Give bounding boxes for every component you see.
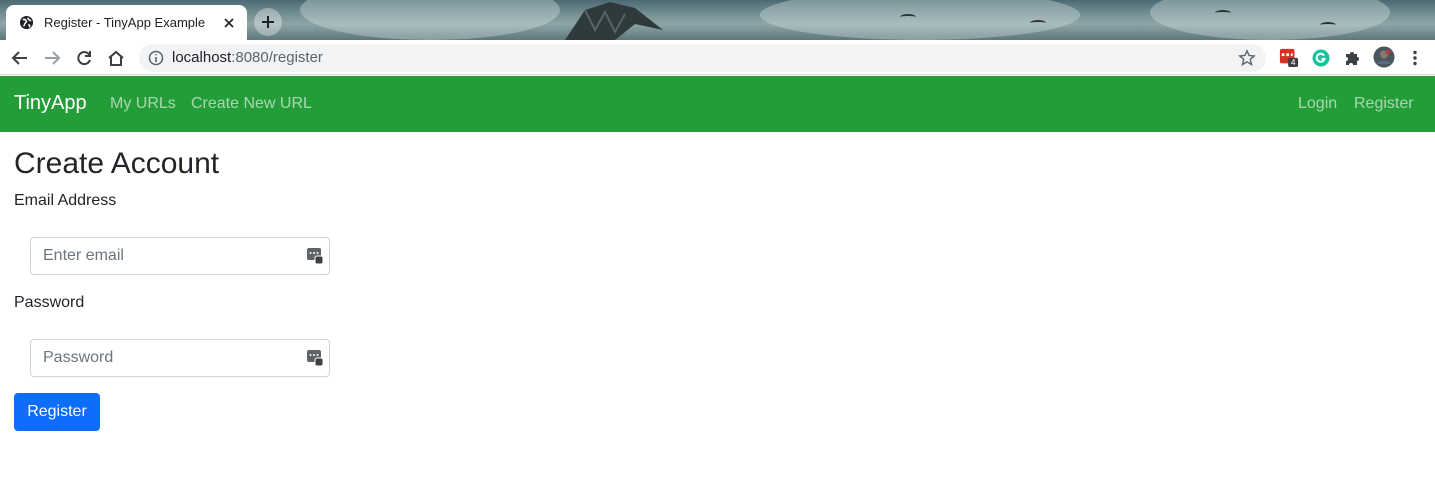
extension-badge-count: 4 [1291, 58, 1296, 67]
profile-avatar[interactable] [1373, 46, 1395, 68]
nav-link-login[interactable]: Login [1298, 95, 1337, 113]
nav-link-my-urls[interactable]: My URLs [110, 95, 176, 113]
background-bird [900, 14, 916, 20]
plus-icon [262, 16, 274, 28]
url-host: localhost [172, 49, 232, 66]
url-text: localhost:8080/register [172, 49, 323, 66]
site-info-icon[interactable] [148, 50, 164, 66]
background-cloud [1150, 0, 1390, 40]
nav-link-register[interactable]: Register [1354, 95, 1414, 113]
password-label: Password [14, 294, 85, 311]
nav-link-create-new-url[interactable]: Create New URL [191, 95, 312, 113]
home-icon[interactable] [106, 48, 126, 68]
extensions-puzzle-icon[interactable] [1342, 48, 1362, 68]
close-tab-icon[interactable] [221, 15, 237, 31]
password-manager-icon[interactable] [306, 349, 324, 367]
email-label: Email Address [14, 192, 117, 209]
browser-toolbar: localhost:8080/register 4 [0, 40, 1435, 75]
address-bar[interactable]: localhost:8080/register [139, 44, 1266, 72]
browser-menu-icon[interactable] [1405, 48, 1425, 68]
password-field[interactable] [30, 339, 330, 377]
background-bird [1215, 10, 1231, 16]
page-title: Create Account [14, 147, 220, 180]
background-eagle-illustration [565, 2, 663, 40]
background-cloud [300, 0, 560, 40]
back-arrow-icon[interactable] [10, 48, 30, 68]
url-path: :8080/register [231, 49, 323, 66]
reload-icon[interactable] [74, 48, 94, 68]
navbar-brand[interactable]: TinyApp [14, 92, 87, 115]
bookmark-star-icon[interactable] [1238, 49, 1256, 67]
browser-tabstrip: Register - TinyApp Example [0, 0, 1435, 40]
password-manager-icon[interactable] [306, 247, 324, 265]
background-bird [1030, 20, 1046, 26]
new-tab-button[interactable] [254, 8, 282, 36]
forward-arrow-icon[interactable] [42, 48, 62, 68]
grammarly-icon[interactable] [1311, 48, 1331, 68]
register-button[interactable]: Register [14, 393, 100, 431]
background-bird [1320, 22, 1336, 28]
app-navbar: TinyApp My URLs Create New URL Login Reg… [0, 76, 1435, 132]
email-field[interactable] [30, 237, 330, 275]
browser-tab-active[interactable]: Register - TinyApp Example [6, 5, 247, 40]
tab-title: Register - TinyApp Example [44, 15, 206, 30]
globe-icon [19, 15, 34, 30]
extension-calendar-icon[interactable]: 4 [1279, 47, 1299, 67]
